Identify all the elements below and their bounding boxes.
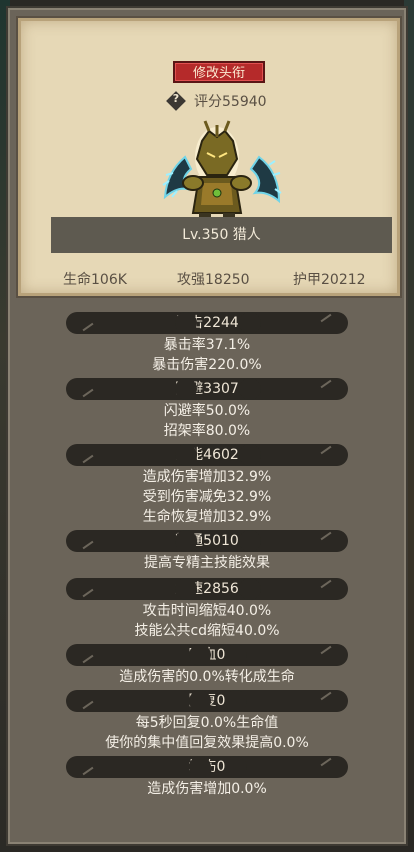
stat-line: 生命恢复增加32.9%: [142, 509, 272, 525]
stat-line: 招架率80.0%: [163, 423, 251, 439]
help-icon[interactable]: ?: [166, 91, 186, 111]
stat-line: 提高专精主技能效果: [144, 555, 270, 571]
hunter-avatar: [162, 120, 282, 221]
stat-line: 造成伤害增加0.0%: [147, 781, 267, 797]
stat-line: 每5秒回复0.0%生命值: [135, 715, 279, 731]
stat-line: 暴击伤害220.0%: [152, 357, 262, 373]
stat-header-haste: 急速2856: [66, 578, 348, 600]
stat-line: 造成伤害增加32.9%: [142, 469, 272, 485]
character-name-bar: Lv.350 猎人: [51, 217, 392, 253]
score-row: ? 评分55940: [166, 91, 267, 111]
score-value: 评分55940: [194, 94, 267, 110]
stat-line: 使你的集中值回复效果提高0.0%: [105, 735, 309, 751]
hp-value: 生命106K: [63, 272, 127, 288]
stat-header-avoid: 回避3307: [66, 378, 348, 400]
stat-header-versatility: 全能4602: [66, 444, 348, 466]
stat-header-mastery: 精通5010: [66, 530, 348, 552]
armor-value: 护甲20212: [293, 272, 366, 288]
stat-line: 攻击时间缩短40.0%: [142, 603, 272, 619]
stat-header-regen: 回复0: [66, 690, 348, 712]
stat-line: 造成伤害的0.0%转化成生命: [119, 669, 295, 685]
stat-line: 闪避率50.0%: [163, 403, 251, 419]
character-card: 修改头衔 ? 评分55940 Lv.350 猎人 生命106K 攻强18250 …: [18, 18, 400, 296]
attack-value: 攻强18250: [177, 272, 250, 288]
stat-header-damage-bonus: 增伤0: [66, 756, 348, 778]
rename-title-button[interactable]: 修改头衔: [173, 61, 265, 83]
stat-line: 受到伤害减免32.9%: [142, 489, 272, 505]
stat-header-crit: 暴击2244: [66, 312, 348, 334]
stat-header-leech: 吸血0: [66, 644, 348, 666]
stat-line: 技能公共cd缩短40.0%: [134, 623, 280, 639]
stat-line: 暴击率37.1%: [163, 337, 251, 353]
